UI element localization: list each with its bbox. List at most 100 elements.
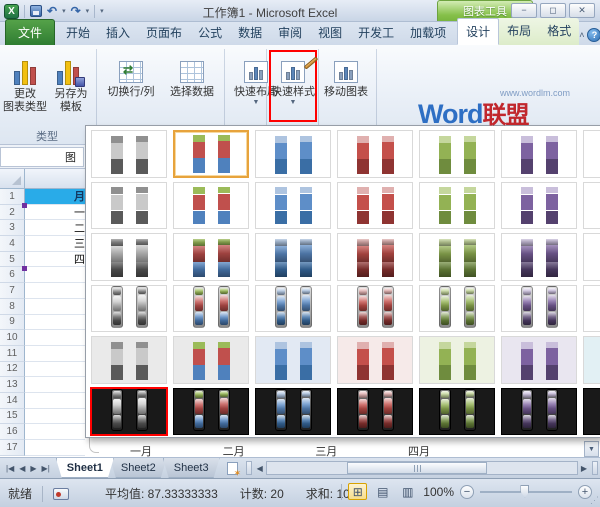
cell-b11[interactable]	[25, 346, 85, 362]
sheet-tab-Sheet2[interactable]: Sheet2	[110, 458, 167, 478]
undo-dropdown-icon[interactable]: ▾	[62, 7, 66, 15]
chart-style-gradient-aqua[interactable]	[583, 233, 600, 281]
chart-style-gradient-red[interactable]	[337, 233, 413, 281]
vertical-scrollbar-down-icon[interactable]: ▼	[584, 441, 599, 457]
hscroll-right-icon[interactable]: ▶	[578, 458, 590, 478]
cell-b7[interactable]	[25, 283, 85, 299]
restore-button[interactable]: ◻	[540, 3, 566, 18]
cell-b5[interactable]: 四	[25, 252, 85, 268]
sheet-tab-Sheet1[interactable]: Sheet1	[56, 458, 114, 478]
选择数据-button[interactable]: 选择数据	[162, 51, 222, 121]
row-header-14[interactable]: 14	[0, 393, 25, 409]
chart-style-tinted-aqua[interactable]	[583, 336, 600, 384]
dropdown-arrow-icon[interactable]: ▼	[270, 99, 316, 107]
row-header-4[interactable]: 4	[0, 236, 25, 252]
cell-b6[interactable]	[25, 267, 85, 283]
chart-style-flat-aqua[interactable]	[583, 130, 600, 178]
row-header-10[interactable]: 10	[0, 330, 25, 346]
tab-file[interactable]: 文件	[5, 19, 55, 45]
chart-style-gradient-blue[interactable]	[255, 233, 331, 281]
cell-b4[interactable]: 三	[25, 236, 85, 252]
close-button[interactable]: ✕	[569, 3, 595, 18]
insert-worksheet-icon[interactable]	[222, 458, 244, 478]
cell-b8[interactable]	[25, 299, 85, 315]
cell-b12[interactable]	[25, 362, 85, 378]
name-box[interactable]: 图	[0, 147, 84, 167]
chart-style-outlined-red[interactable]	[337, 182, 413, 230]
zoom-out-icon[interactable]: −	[460, 485, 474, 499]
excel-logo-icon[interactable]: X	[4, 4, 19, 19]
tab-页面布[interactable]: 页面布	[138, 20, 190, 45]
first-sheet-icon[interactable]: |◀	[6, 464, 14, 473]
chart-style-flat-blue[interactable]	[255, 130, 331, 178]
chart-style-flat-green[interactable]	[419, 130, 495, 178]
zoom-slider[interactable]	[480, 491, 572, 493]
chart-style-bevel-gray[interactable]	[91, 285, 167, 333]
row-header-8[interactable]: 8	[0, 299, 25, 315]
row-header-11[interactable]: 11	[0, 346, 25, 362]
cell-b10[interactable]	[25, 330, 85, 346]
chart-style-bevel-aqua[interactable]	[583, 285, 600, 333]
row-header-13[interactable]: 13	[0, 377, 25, 393]
chart-style-outlined-blue[interactable]	[255, 182, 331, 230]
collapse-ribbon-icon[interactable]: ˄	[579, 30, 584, 40]
undo-icon[interactable]: ↶	[47, 5, 57, 17]
customize-qat-icon[interactable]: ▾	[100, 7, 104, 15]
chart-style-flat-red[interactable]	[337, 130, 413, 178]
chart-style-dark-blue[interactable]	[255, 388, 331, 436]
chart-style-dark-purple[interactable]	[501, 388, 577, 436]
page-break-view-icon[interactable]: ▥	[398, 483, 417, 500]
chart-style-tinted-blue[interactable]	[255, 336, 331, 384]
resize-grip[interactable]: ⋰	[590, 495, 599, 506]
row-header-17[interactable]: 17	[0, 440, 25, 456]
cell-b13[interactable]	[25, 377, 85, 393]
tab-设计[interactable]: 设计	[457, 18, 499, 45]
chart-style-tinted-multicolor[interactable]	[173, 336, 249, 384]
save-as-template-button[interactable]: 另存为模板	[48, 51, 94, 114]
tab-审阅[interactable]: 审阅	[270, 20, 310, 45]
chart-style-gradient-green[interactable]	[419, 233, 495, 281]
chart-style-dark-green[interactable]	[419, 388, 495, 436]
chart-style-bevel-multicolor[interactable]	[173, 285, 249, 333]
chart-style-dark-red[interactable]	[337, 388, 413, 436]
chart-style-gradient-gray[interactable]	[91, 233, 167, 281]
redo-dropdown-icon[interactable]: ▾	[86, 7, 90, 15]
cell-b14[interactable]	[25, 393, 85, 409]
sheet-tab-Sheet3[interactable]: Sheet3	[163, 458, 220, 478]
row-header-16[interactable]: 16	[0, 424, 25, 440]
cell-b1[interactable]: 月	[25, 189, 85, 205]
tab-视图[interactable]: 视图	[310, 20, 350, 45]
last-sheet-icon[interactable]: ▶|	[42, 464, 50, 473]
chart-style-outlined-aqua[interactable]	[583, 182, 600, 230]
row-header-15[interactable]: 15	[0, 409, 25, 425]
chart-style-gradient-multicolor[interactable]	[173, 233, 249, 281]
cell-b15[interactable]	[25, 409, 85, 425]
快速样式-button[interactable]: 快速样式▼	[270, 51, 316, 121]
cell-b3[interactable]: 二	[25, 220, 85, 236]
tab-加载项[interactable]: 加载项	[402, 20, 454, 45]
tab-开始[interactable]: 开始	[58, 20, 98, 45]
chart-style-flat-purple[interactable]	[501, 130, 577, 178]
row-header-3[interactable]: 3	[0, 220, 25, 236]
chart-style-gradient-purple[interactable]	[501, 233, 577, 281]
chart-style-flat-multicolor[interactable]	[173, 130, 249, 178]
row-header-12[interactable]: 12	[0, 362, 25, 378]
chart-style-outlined-gray[interactable]	[91, 182, 167, 230]
chart-style-tinted-purple[interactable]	[501, 336, 577, 384]
macro-record-icon[interactable]	[53, 488, 69, 500]
切换行/列-button[interactable]: ⇄切换行/列	[100, 51, 162, 121]
row-header-7[interactable]: 7	[0, 283, 25, 299]
chart-style-outlined-purple[interactable]	[501, 182, 577, 230]
zoom-slider-thumb[interactable]	[520, 485, 529, 498]
save-icon[interactable]	[30, 5, 42, 17]
chart-style-outlined-multicolor[interactable]	[173, 182, 249, 230]
cell-b17[interactable]	[25, 440, 85, 456]
chart-style-tinted-red[interactable]	[337, 336, 413, 384]
移动图表-button[interactable]: 移动图表	[320, 51, 372, 121]
hscroll-left-icon[interactable]: ◀	[254, 458, 266, 478]
chart-style-flat-gray[interactable]	[91, 130, 167, 178]
minimize-button[interactable]: −	[511, 3, 537, 18]
page-layout-view-icon[interactable]: ▤	[373, 483, 392, 500]
tab-插入[interactable]: 插入	[98, 20, 138, 45]
prev-sheet-icon[interactable]: ◀	[19, 464, 25, 473]
